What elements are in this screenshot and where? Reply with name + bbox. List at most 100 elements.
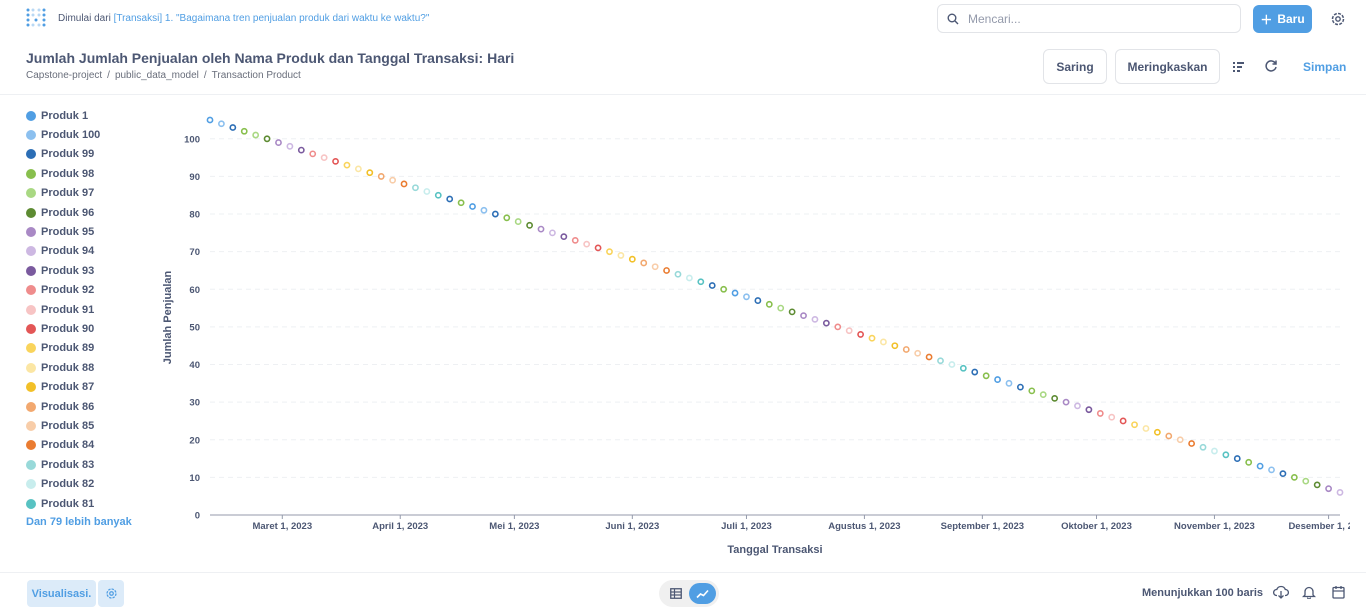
settings-gear-icon[interactable] bbox=[1330, 11, 1346, 32]
data-point[interactable] bbox=[480, 206, 488, 214]
data-point[interactable] bbox=[1256, 462, 1264, 470]
legend-item[interactable]: Produk 86 bbox=[26, 397, 166, 416]
data-point[interactable] bbox=[583, 240, 591, 248]
data-point[interactable] bbox=[1039, 391, 1047, 399]
data-point[interactable] bbox=[503, 214, 511, 222]
data-point[interactable] bbox=[412, 184, 419, 192]
data-point[interactable] bbox=[320, 154, 328, 162]
legend-item[interactable]: Produk 84 bbox=[26, 436, 166, 455]
data-point[interactable] bbox=[708, 282, 716, 289]
data-point[interactable] bbox=[1005, 379, 1013, 387]
data-point[interactable] bbox=[959, 364, 967, 372]
download-icon[interactable] bbox=[1273, 585, 1289, 604]
data-point[interactable] bbox=[1233, 455, 1241, 462]
data-point[interactable] bbox=[891, 342, 899, 350]
data-point[interactable] bbox=[1313, 481, 1321, 489]
data-point[interactable] bbox=[765, 300, 773, 308]
search-box[interactable] bbox=[937, 4, 1241, 33]
data-point[interactable] bbox=[1199, 443, 1207, 451]
legend-item[interactable]: Produk 81 bbox=[26, 494, 166, 513]
data-point[interactable] bbox=[434, 191, 442, 199]
data-point[interactable] bbox=[206, 116, 214, 124]
viz-settings-gear-icon[interactable] bbox=[98, 580, 124, 607]
legend-item[interactable]: Produk 88 bbox=[26, 358, 166, 377]
data-point[interactable] bbox=[674, 270, 682, 278]
breadcrumb-item[interactable]: public_data_model bbox=[115, 70, 199, 81]
data-point[interactable] bbox=[1279, 470, 1287, 478]
data-point[interactable] bbox=[389, 176, 397, 184]
data-point[interactable] bbox=[982, 372, 990, 380]
data-point[interactable] bbox=[628, 255, 636, 263]
data-point[interactable] bbox=[800, 312, 807, 320]
data-point[interactable] bbox=[263, 135, 271, 143]
data-point[interactable] bbox=[218, 120, 225, 128]
breadcrumb-item[interactable]: Transaction Product bbox=[212, 70, 301, 81]
data-point[interactable] bbox=[1211, 447, 1218, 455]
data-point[interactable] bbox=[731, 289, 739, 297]
data-point[interactable] bbox=[1074, 402, 1081, 410]
data-point[interactable] bbox=[366, 169, 374, 177]
legend-item[interactable]: Produk 87 bbox=[26, 377, 166, 396]
legend-item[interactable]: Produk 90 bbox=[26, 319, 166, 338]
data-point[interactable] bbox=[994, 376, 1001, 383]
data-point[interactable] bbox=[697, 278, 705, 286]
data-point[interactable] bbox=[1245, 458, 1253, 466]
new-button[interactable]: ＋ Baru bbox=[1253, 5, 1312, 33]
data-point[interactable] bbox=[560, 233, 568, 241]
refresh-icon[interactable] bbox=[1264, 59, 1278, 78]
data-point[interactable] bbox=[309, 150, 317, 158]
data-point[interactable] bbox=[1017, 383, 1024, 391]
source-question-link[interactable]: [Transaksi] 1. "Bagaimana tren penjualan… bbox=[114, 13, 430, 24]
data-point[interactable] bbox=[1028, 387, 1036, 395]
data-point[interactable] bbox=[880, 338, 887, 346]
data-point[interactable] bbox=[400, 180, 408, 188]
summarize-button[interactable]: Meringkaskan bbox=[1115, 49, 1220, 84]
data-point[interactable] bbox=[297, 146, 305, 154]
save-button[interactable]: Simpan bbox=[1303, 60, 1346, 74]
data-point[interactable] bbox=[537, 225, 545, 233]
metabase-logo-icon[interactable] bbox=[25, 7, 47, 29]
data-point[interactable] bbox=[457, 199, 465, 207]
data-point[interactable] bbox=[845, 327, 853, 335]
legend-item[interactable]: Produk 100 bbox=[26, 125, 166, 144]
legend-item[interactable]: Produk 89 bbox=[26, 339, 166, 358]
data-point[interactable] bbox=[685, 274, 693, 282]
filter-button[interactable]: Saring bbox=[1043, 49, 1107, 84]
data-point[interactable] bbox=[343, 161, 351, 169]
data-point[interactable] bbox=[514, 218, 522, 225]
data-point[interactable] bbox=[663, 267, 670, 274]
data-point[interactable] bbox=[720, 285, 728, 293]
data-point[interactable] bbox=[754, 297, 762, 304]
data-point[interactable] bbox=[594, 244, 602, 252]
data-point[interactable] bbox=[925, 353, 933, 361]
legend-item[interactable]: Produk 91 bbox=[26, 300, 166, 319]
chart-view-icon[interactable] bbox=[689, 583, 716, 604]
legend-item[interactable]: Produk 99 bbox=[26, 145, 166, 164]
legend-item[interactable]: Produk 92 bbox=[26, 281, 166, 300]
data-point[interactable] bbox=[332, 157, 339, 165]
legend-item[interactable]: Produk 82 bbox=[26, 474, 166, 493]
data-point[interactable] bbox=[1119, 417, 1127, 425]
data-point[interactable] bbox=[1108, 413, 1116, 421]
data-point[interactable] bbox=[491, 210, 499, 218]
visualization-button[interactable]: Visualisasi. bbox=[27, 580, 96, 607]
data-point[interactable] bbox=[1176, 436, 1184, 444]
search-input[interactable] bbox=[968, 10, 1228, 28]
data-point[interactable] bbox=[834, 323, 842, 331]
data-point[interactable] bbox=[1153, 428, 1161, 436]
data-point[interactable] bbox=[252, 131, 260, 139]
legend-item[interactable]: Produk 95 bbox=[26, 222, 166, 241]
calendar-icon[interactable] bbox=[1332, 585, 1345, 604]
data-point[interactable] bbox=[617, 252, 625, 259]
legend-item[interactable]: Produk 85 bbox=[26, 416, 166, 435]
data-point[interactable] bbox=[1222, 451, 1230, 459]
data-point[interactable] bbox=[1131, 421, 1138, 429]
data-point[interactable] bbox=[811, 315, 819, 323]
bell-alert-icon[interactable] bbox=[1301, 585, 1317, 604]
data-point[interactable] bbox=[275, 139, 282, 146]
legend-more-link[interactable]: Dan 79 lebih banyak bbox=[26, 516, 166, 528]
data-point[interactable] bbox=[1096, 410, 1104, 417]
data-point[interactable] bbox=[1051, 394, 1059, 402]
data-point[interactable] bbox=[526, 221, 533, 229]
data-point[interactable] bbox=[377, 173, 385, 180]
